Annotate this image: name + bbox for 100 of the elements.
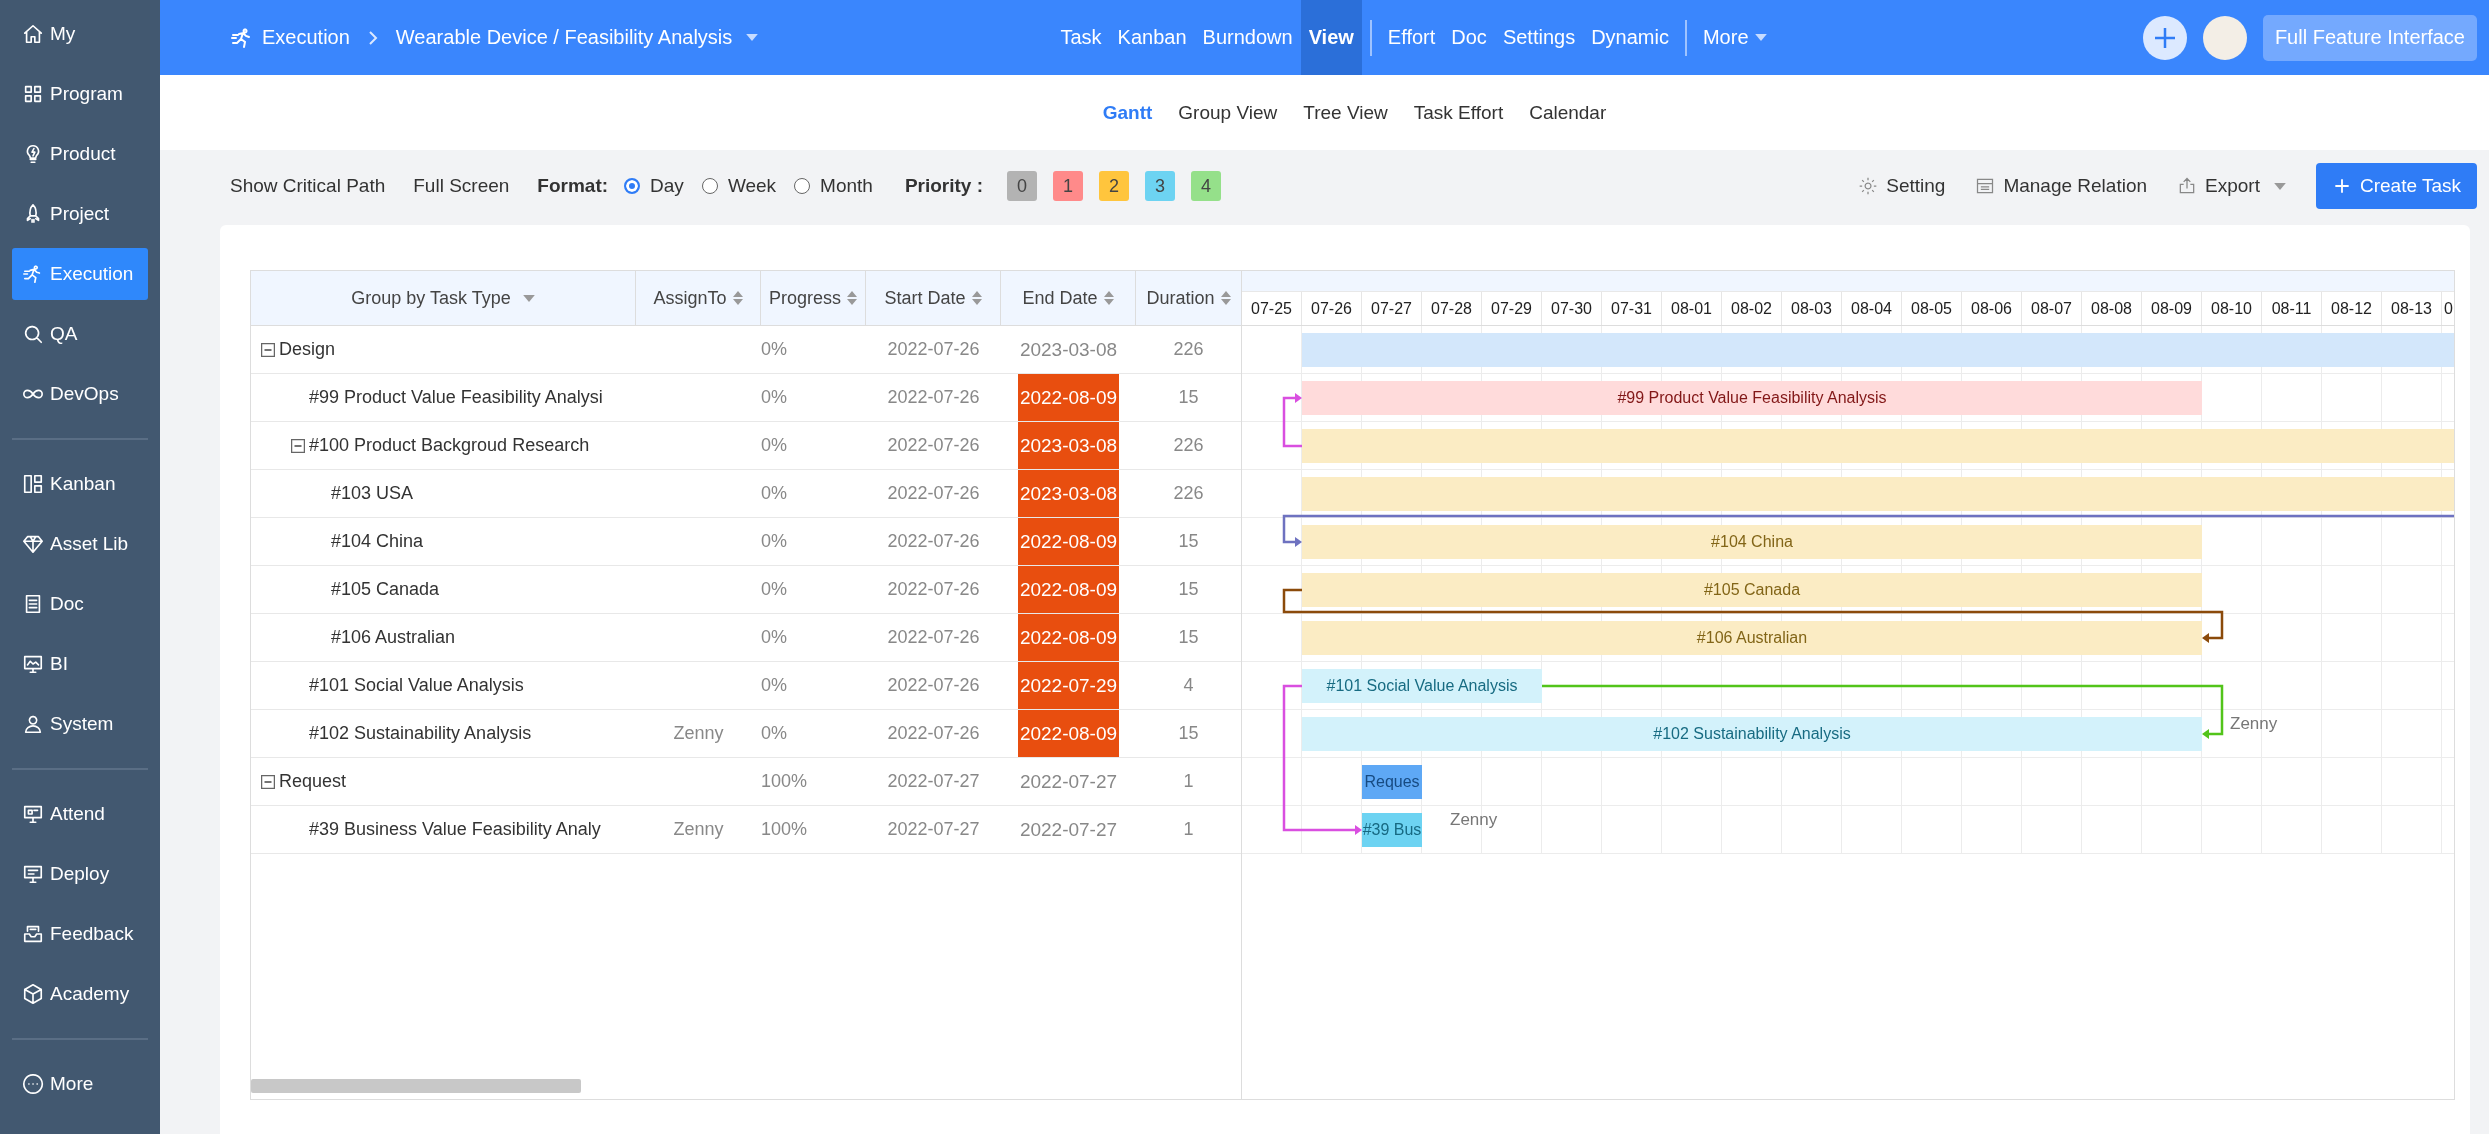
table-cell: 2022-07-26 (887, 483, 980, 504)
sort-icon (971, 290, 982, 306)
caret-icon (1754, 34, 1767, 41)
gantt-bar[interactable]: #102 Sustainability Analysis (1302, 717, 2202, 751)
table-cell: 2022-07-29 (1017, 662, 1120, 709)
sidebar-item[interactable]: More (12, 1058, 148, 1110)
column-header[interactable]: Duration (1136, 271, 1241, 325)
column-header[interactable]: Group by Task Type (251, 271, 636, 325)
date-label: 07-30 (1551, 299, 1592, 318)
more-menu[interactable]: More (1694, 0, 1775, 75)
priority-badge[interactable]: 0 (1007, 171, 1038, 201)
task-title[interactable]: #105 Canada (331, 579, 440, 600)
nav-tab[interactable]: Effort (1379, 0, 1444, 75)
table-cell: 4 (1183, 675, 1194, 696)
priority-label: Priority : (904, 175, 984, 197)
nav-tab[interactable]: Kanban (1109, 0, 1195, 75)
task-title[interactable]: #100 Product Backgroud Research (309, 435, 590, 456)
sub-tab[interactable]: Group View (1178, 101, 1278, 124)
priority-badge[interactable]: 1 (1053, 171, 1084, 201)
task-title[interactable]: #104 China (331, 531, 424, 552)
nav-tab[interactable]: View (1300, 0, 1362, 75)
date-label: 08-03 (1791, 299, 1832, 318)
sort-icon (732, 290, 743, 306)
monitor-icon (22, 803, 44, 825)
toolbar-action[interactable]: Export (2177, 175, 2286, 197)
sidebar-item[interactable]: Doc (12, 578, 148, 630)
table-cell: 2022-07-26 (887, 387, 980, 408)
gantt-bar[interactable]: #39 Bus (1362, 813, 1422, 847)
task-title[interactable]: Design (279, 339, 336, 360)
sidebar-item[interactable]: Academy (12, 968, 148, 1020)
table-cell: 226 (1173, 483, 1204, 504)
assignee-label: Zenny (2230, 714, 2278, 734)
gantt-bar[interactable]: #105 Canada (1302, 573, 2202, 607)
task-title[interactable]: #102 Sustainability Analysis (309, 723, 532, 744)
sidebar-item[interactable]: Product (12, 128, 148, 180)
breadcrumb-link[interactable]: Execution (262, 26, 350, 49)
gantt-bar[interactable]: #99 Product Value Feasibility Analysis (1302, 381, 2202, 415)
column-header[interactable]: End Date (1001, 271, 1136, 325)
table-cell: 2022-07-26 (887, 339, 980, 360)
gantt-bar[interactable]: #101 Social Value Analysis (1302, 669, 1542, 703)
breadcrumb-link[interactable]: Wearable Device / Feasibility Analysis (395, 26, 733, 49)
sidebar-item[interactable]: System (12, 698, 148, 750)
table-cell: 2023-03-08 (1017, 422, 1120, 469)
priority-badge[interactable]: 4 (1191, 171, 1222, 201)
priority-badge[interactable]: 3 (1145, 171, 1176, 201)
nav-tab[interactable]: Dynamic (1583, 0, 1677, 75)
priority-badge[interactable]: 2 (1099, 171, 1130, 201)
nav-tab[interactable]: Doc (1443, 0, 1495, 75)
create-task-button[interactable]: Create Task (2315, 163, 2477, 209)
sub-tab[interactable]: Task Effort (1413, 101, 1504, 124)
collapse-toggle[interactable] (261, 342, 275, 357)
table-cell: 15 (1178, 531, 1199, 552)
toolbar-action[interactable]: Manage Relation (1975, 175, 2148, 197)
task-title[interactable]: Request (279, 771, 347, 792)
nav-tab[interactable]: Settings (1494, 0, 1584, 75)
format-radio[interactable]: Month (794, 175, 873, 197)
sidebar-item[interactable]: Kanban (12, 458, 148, 510)
sidebar-item[interactable]: QA (12, 308, 148, 360)
sidebar-item[interactable]: Program (12, 68, 148, 120)
task-title[interactable]: #99 Product Value Feasibility Analysi (309, 387, 603, 408)
table-cell: 2023-03-08 (1017, 470, 1120, 517)
sub-tab[interactable]: Calendar (1529, 101, 1607, 124)
column-header[interactable]: AssignTo (636, 271, 761, 325)
date-label: 08-01 (1671, 299, 1712, 318)
nav-tab[interactable]: Task (1052, 0, 1110, 75)
table-cell: 0% (761, 579, 787, 600)
table-cell: 1 (1183, 771, 1194, 792)
format-radio[interactable]: Day (624, 175, 684, 197)
column-header[interactable]: Start Date (866, 271, 1001, 325)
gantt-bar[interactable]: #106 Australian (1302, 621, 2202, 655)
sub-tab[interactable]: Tree View (1303, 101, 1388, 124)
nav-tab[interactable]: Burndown (1194, 0, 1301, 75)
date-label: 07-26 (1311, 299, 1352, 318)
table-cell: 0% (761, 483, 787, 504)
toolbar-link[interactable]: Show Critical Path (230, 175, 386, 197)
sidebar-item[interactable]: Feedback (12, 908, 148, 960)
sidebar-item[interactable]: My (12, 8, 148, 60)
sidebar-item[interactable]: Attend (12, 788, 148, 840)
scrollbar-thumb[interactable] (251, 1079, 581, 1093)
format-radio[interactable]: Week (701, 175, 777, 197)
task-title[interactable]: #106 Australian (331, 627, 456, 648)
collapse-toggle[interactable] (261, 774, 275, 789)
sidebar-item[interactable]: Asset Lib (12, 518, 148, 570)
sidebar-item[interactable]: DevOps (12, 368, 148, 420)
task-title[interactable]: #101 Social Value Analysis (309, 675, 524, 696)
gantt-bar[interactable]: #104 China (1302, 525, 2202, 559)
gantt-bar[interactable]: Reques (1362, 765, 1422, 799)
sidebar-item[interactable]: BI (12, 638, 148, 690)
toolbar-action[interactable]: Setting (1858, 175, 1946, 197)
task-title[interactable]: #39 Business Value Feasibility Analy (309, 819, 601, 840)
sub-tab[interactable]: Gantt (1102, 101, 1153, 124)
sidebar-item[interactable]: Project (12, 188, 148, 240)
sidebar-item[interactable]: Deploy (12, 848, 148, 900)
table-cell: 0% (761, 627, 787, 648)
collapse-toggle[interactable] (291, 438, 305, 453)
toolbar-link[interactable]: Full Screen (413, 175, 510, 197)
column-header[interactable]: Progress (761, 271, 866, 325)
table-cell: 2022-07-26 (887, 531, 980, 552)
settings-icon (1858, 176, 1879, 196)
task-title[interactable]: #103 USA (331, 483, 414, 504)
